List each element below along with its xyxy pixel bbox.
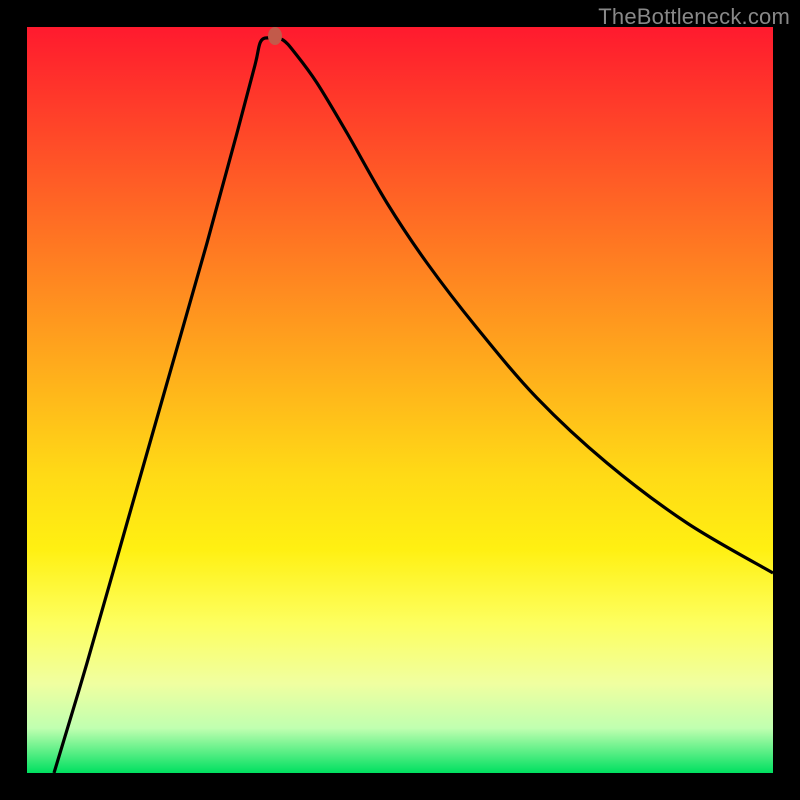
chart-frame xyxy=(27,27,773,773)
min-marker-dot xyxy=(268,27,282,45)
chart-background-gradient xyxy=(27,27,773,773)
